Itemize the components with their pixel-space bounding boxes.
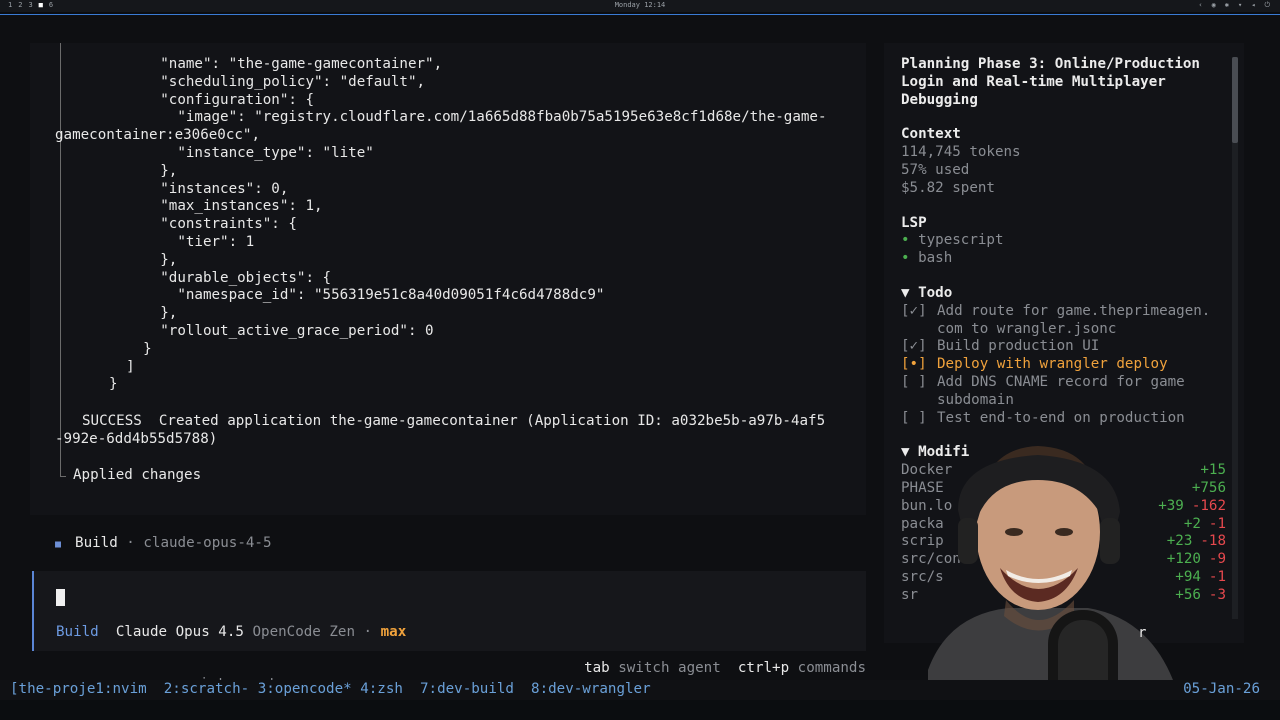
deletions-count: -3 bbox=[1208, 586, 1226, 603]
success-message-cont: -992e-6dd4b55d5788) bbox=[55, 431, 218, 447]
status-dot-icon: • bbox=[901, 250, 910, 267]
chevron-left-icon[interactable]: ‹ bbox=[1198, 1, 1202, 10]
deletions-count: -18 bbox=[1200, 533, 1226, 550]
diff-stats: +756 bbox=[1192, 480, 1226, 498]
text-cursor bbox=[56, 589, 65, 606]
output-line: "instances": 0, bbox=[109, 180, 289, 197]
webcam-overlay: r bbox=[888, 440, 1188, 720]
separator: · bbox=[126, 535, 135, 551]
system-top-bar: 1 2 3 ■ 6 Monday 12:14 ‹ ◉ ✱ ▾ ◂ ⏻ bbox=[0, 0, 1280, 12]
occluded-fragment: r bbox=[1138, 625, 1147, 641]
agent-status-line: ■ Build · claude-opus-4-5 bbox=[55, 535, 272, 551]
context-heading: Context bbox=[901, 126, 961, 143]
effort-level[interactable]: max bbox=[381, 624, 407, 640]
output-line: "namespace_id": "556319e51c8a40d09051f4c… bbox=[109, 287, 605, 304]
agent-selector[interactable]: Build bbox=[56, 624, 99, 640]
todo-item: [ ] Test end-to-end on production bbox=[901, 409, 1185, 426]
output-line: "name": "the-game-gamecontainer", bbox=[109, 56, 443, 72]
additions-count: +756 bbox=[1191, 479, 1226, 496]
output-line: } bbox=[109, 340, 152, 357]
right-hints: tab switch agent ctrl+p commands bbox=[584, 660, 866, 676]
output-line: ] bbox=[109, 358, 135, 375]
additions-count: +15 bbox=[1200, 462, 1226, 479]
screen-bottom-edge bbox=[0, 700, 1280, 720]
output-line: }, bbox=[109, 305, 178, 322]
tab-desc: switch agent bbox=[618, 660, 721, 676]
todo-item: [✓] Add route for game.theprimeagen. com … bbox=[901, 302, 1211, 337]
output-line: "configuration": { bbox=[109, 91, 314, 108]
output-line: }, bbox=[109, 251, 178, 268]
system-tray: ‹ ◉ ✱ ▾ ◂ ⏻ bbox=[1198, 1, 1270, 10]
context-spent: $5.82 spent bbox=[901, 179, 995, 196]
sidebar-scrollbar[interactable] bbox=[1232, 57, 1238, 143]
prompt-meta: Build Claude Opus 4.5 OpenCode Zen · max bbox=[56, 624, 406, 640]
output-line: "constraints": { bbox=[109, 216, 297, 233]
output-line: "tier": 1 bbox=[109, 234, 255, 250]
output-line: "max_instances": 1, bbox=[109, 198, 323, 215]
cmd-key: ctrl+p bbox=[737, 660, 790, 676]
deletions-count: -162 bbox=[1191, 497, 1226, 514]
build-square-icon: ■ bbox=[55, 539, 62, 550]
diff-stats: +15 bbox=[1200, 462, 1226, 480]
todo-checkbox: [✓] bbox=[901, 302, 927, 319]
tmux-status-bar: [the-proje1:nvim 2:scratch- 3:opencode* … bbox=[0, 680, 1280, 700]
todo-checkbox: [•] bbox=[901, 356, 927, 373]
deletions-count: -1 bbox=[1208, 515, 1226, 532]
bluetooth-icon[interactable]: ✱ bbox=[1225, 1, 1229, 10]
output-line: "scheduling_policy": "default", bbox=[109, 73, 426, 90]
output-line: "durable_objects": { bbox=[109, 269, 332, 286]
output-line: "rollout_active_grace_period": 0 bbox=[109, 323, 434, 339]
todo-checkbox: [ ] bbox=[901, 373, 927, 390]
todo-checkbox: [✓] bbox=[901, 338, 927, 355]
command-output-panel: "name": "the-game-gamecontainer", "sched… bbox=[30, 43, 866, 515]
system-clock: Monday 12:14 bbox=[614, 1, 666, 9]
output-line: "image": "registry.cloudflare.com/1a665d… bbox=[109, 109, 827, 126]
output-line: "instance_type": "lite" bbox=[109, 145, 374, 161]
tmux-window-list[interactable]: [the-proje1:nvim 2:scratch- 3:opencode* … bbox=[10, 681, 651, 697]
output-line: } bbox=[109, 376, 118, 393]
model-id: claude-opus-4-5 bbox=[143, 535, 272, 551]
streamer-webcam-image bbox=[928, 446, 1177, 720]
prompt-input[interactable]: Build Claude Opus 4.5 OpenCode Zen · max bbox=[32, 571, 866, 651]
deletions-count: -1 bbox=[1208, 568, 1226, 585]
lsp-item: • bash bbox=[901, 250, 953, 267]
separator: · bbox=[363, 624, 373, 640]
network-icon[interactable]: ◉ bbox=[1212, 1, 1216, 10]
output-tree-line bbox=[60, 43, 61, 475]
applied-changes-text: Applied changes bbox=[73, 467, 202, 483]
todo-item-active: [•] Deploy with wrangler deploy bbox=[901, 356, 1168, 373]
todo-item: [✓] Build production UI bbox=[901, 338, 1100, 355]
todo-item: [ ] Add DNS CNAME record for game subdoma… bbox=[901, 373, 1185, 408]
session-title: Planning Phase 3: Online/Production Logi… bbox=[901, 56, 1200, 108]
context-used: 57% used bbox=[901, 161, 970, 178]
todo-checkbox: [ ] bbox=[901, 409, 927, 426]
lsp-heading: LSP bbox=[901, 214, 927, 231]
success-message: SUCCESS Created application the-game-gam… bbox=[82, 413, 826, 429]
cmd-desc: commands bbox=[797, 660, 866, 676]
output-line: }, bbox=[109, 162, 178, 179]
terminal-window: "name": "the-game-gamecontainer", "sched… bbox=[0, 14, 1280, 720]
deletions-count: -9 bbox=[1208, 551, 1226, 568]
power-icon[interactable]: ⏻ bbox=[1264, 1, 1270, 10]
context-tokens: 114,745 tokens bbox=[901, 144, 1021, 161]
diff-stats: +2 -1 bbox=[1184, 516, 1226, 534]
output-line: gamecontainer:e306e0cc", bbox=[55, 127, 260, 144]
provider-label: OpenCode Zen bbox=[252, 624, 355, 640]
lsp-item: • typescript bbox=[901, 232, 1004, 249]
wifi-icon[interactable]: ▾ bbox=[1238, 1, 1242, 10]
volume-icon[interactable]: ◂ bbox=[1251, 1, 1255, 10]
model-selector[interactable]: Claude Opus 4.5 bbox=[116, 624, 244, 640]
tree-corner bbox=[60, 453, 66, 477]
todo-heading[interactable]: ▼ Todo bbox=[901, 285, 1226, 303]
tmux-date: 05-Jan-26 bbox=[1183, 681, 1260, 697]
status-dot-icon: • bbox=[901, 232, 910, 249]
tab-key: tab bbox=[584, 660, 610, 676]
agent-label: Build bbox=[75, 535, 118, 551]
